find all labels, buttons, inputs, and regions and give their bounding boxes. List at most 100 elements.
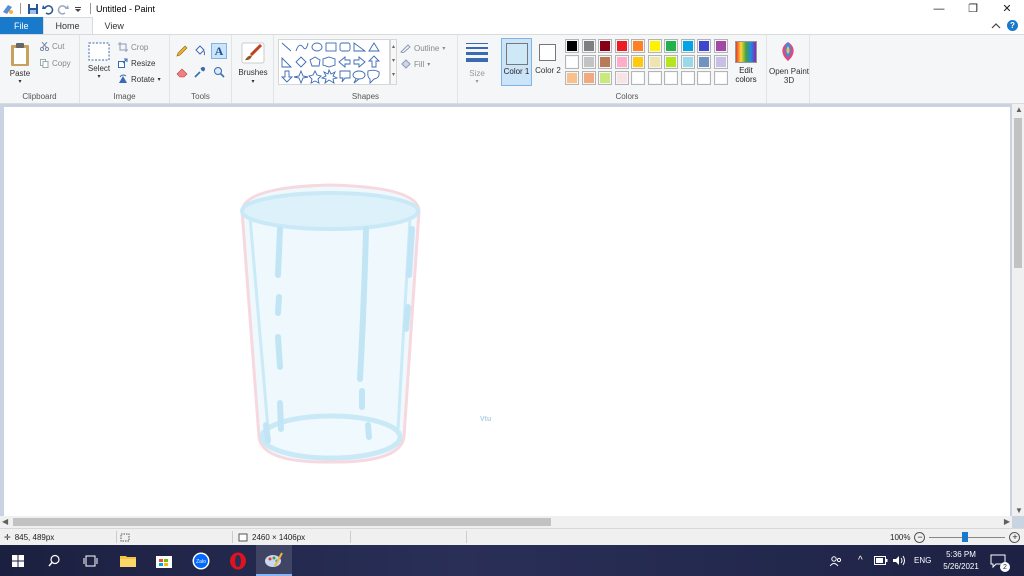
canvas-watermark: Vtu bbox=[480, 416, 492, 423]
palette-swatch[interactable] bbox=[647, 71, 662, 85]
scroll-up-icon[interactable]: ▲ bbox=[1015, 105, 1023, 114]
palette-swatch[interactable] bbox=[581, 39, 596, 53]
size-group[interactable]: Size ▾ bbox=[458, 35, 496, 103]
palette-swatch[interactable] bbox=[598, 39, 612, 53]
palette-swatch[interactable] bbox=[664, 55, 678, 69]
opera-button[interactable] bbox=[220, 545, 256, 576]
text-tool-icon[interactable]: A bbox=[211, 43, 227, 59]
palette-swatch[interactable] bbox=[614, 71, 629, 85]
palette-swatch[interactable] bbox=[565, 71, 579, 85]
zoom-out-button[interactable]: − bbox=[914, 531, 926, 543]
palette-swatch[interactable] bbox=[713, 55, 728, 69]
volume-icon[interactable] bbox=[893, 545, 906, 576]
start-button[interactable] bbox=[0, 545, 36, 576]
palette-swatch[interactable] bbox=[631, 71, 645, 85]
palette-swatch[interactable] bbox=[614, 55, 629, 69]
redo-icon[interactable] bbox=[57, 3, 69, 15]
pencil-icon[interactable] bbox=[176, 45, 188, 57]
maximize-button[interactable]: ❐ bbox=[956, 0, 990, 17]
horizontal-scroll-thumb[interactable] bbox=[13, 518, 551, 526]
shapes-scroll[interactable]: ▴ ▾ ▾ bbox=[390, 39, 397, 85]
copy-button[interactable]: Copy bbox=[40, 59, 71, 68]
fill-button[interactable]: Fill ▾ bbox=[400, 59, 430, 69]
paste-dropdown-icon[interactable]: ▾ bbox=[6, 78, 34, 85]
palette-swatch[interactable] bbox=[614, 39, 629, 53]
battery-icon[interactable] bbox=[874, 545, 888, 576]
color-picker-icon[interactable] bbox=[194, 66, 206, 78]
help-button[interactable]: ? bbox=[1007, 20, 1018, 31]
size-dropdown-icon[interactable]: ▾ bbox=[458, 78, 496, 85]
file-explorer-button[interactable] bbox=[110, 545, 146, 576]
palette-swatch[interactable] bbox=[713, 71, 728, 85]
palette-swatch[interactable] bbox=[581, 71, 596, 85]
palette-swatch[interactable] bbox=[680, 39, 695, 53]
action-center-button[interactable]: 2 bbox=[990, 545, 1010, 576]
rotate-dropdown-icon[interactable]: ▾ bbox=[158, 76, 161, 83]
scroll-down-icon[interactable]: ▼ bbox=[1015, 506, 1023, 515]
palette-swatch[interactable] bbox=[598, 55, 612, 69]
brushes-group[interactable]: Brushes ▾ bbox=[232, 35, 274, 103]
palette-swatch[interactable] bbox=[598, 71, 612, 85]
tab-home[interactable]: Home bbox=[42, 17, 93, 34]
drawing-canvas[interactable]: Vtu bbox=[4, 107, 1010, 516]
palette-swatch[interactable] bbox=[713, 39, 728, 53]
zoom-slider-thumb[interactable] bbox=[962, 532, 969, 542]
palette-swatch[interactable] bbox=[631, 39, 645, 53]
palette-swatch[interactable] bbox=[565, 39, 579, 53]
search-button[interactable] bbox=[36, 545, 72, 576]
minimize-button[interactable]: — bbox=[922, 0, 956, 17]
rotate-button[interactable]: Rotate ▾ bbox=[118, 74, 161, 84]
palette-swatch[interactable] bbox=[565, 55, 579, 69]
palette-swatch[interactable] bbox=[631, 55, 645, 69]
input-language[interactable]: ENG bbox=[914, 545, 931, 576]
scroll-right-icon[interactable]: ▶ bbox=[1004, 517, 1010, 526]
paint3d-group[interactable]: Open Paint 3D bbox=[766, 35, 810, 103]
palette-swatch[interactable] bbox=[664, 71, 678, 85]
color2-button[interactable]: Color 2 bbox=[534, 38, 562, 86]
fill-bucket-icon[interactable] bbox=[194, 45, 206, 57]
palette-swatch[interactable] bbox=[581, 55, 596, 69]
show-hidden-icons[interactable]: ^ bbox=[858, 545, 863, 576]
eraser-icon[interactable] bbox=[176, 66, 188, 78]
collapse-ribbon-icon[interactable] bbox=[991, 21, 1001, 31]
color1-button[interactable]: Color 1 bbox=[501, 38, 532, 86]
brushes-dropdown-icon[interactable]: ▾ bbox=[232, 78, 274, 85]
palette-swatch[interactable] bbox=[680, 71, 695, 85]
select-dropdown-icon[interactable]: ▾ bbox=[86, 73, 112, 80]
resize-button[interactable]: Resize bbox=[118, 58, 155, 68]
palette-swatch[interactable] bbox=[680, 55, 695, 69]
zoom-in-button[interactable]: + bbox=[1009, 531, 1021, 543]
tab-view[interactable]: View bbox=[93, 17, 136, 34]
palette-swatch[interactable] bbox=[697, 39, 711, 53]
zalo-button[interactable]: Zalo bbox=[183, 545, 219, 576]
customize-qa-icon[interactable] bbox=[72, 3, 84, 15]
outline-button[interactable]: Outline ▾ bbox=[400, 43, 445, 53]
undo-icon[interactable] bbox=[42, 3, 54, 15]
palette-swatch[interactable] bbox=[647, 55, 662, 69]
vertical-scroll-thumb[interactable] bbox=[1014, 118, 1022, 268]
palette-swatch[interactable] bbox=[697, 55, 711, 69]
cut-label: Cut bbox=[52, 42, 65, 51]
paint-taskbar-button[interactable] bbox=[256, 545, 292, 576]
vertical-scrollbar[interactable]: ▲ ▼ bbox=[1012, 104, 1024, 516]
magnifier-icon[interactable] bbox=[213, 66, 225, 78]
edit-colors-button[interactable]: Edit colors bbox=[731, 38, 765, 88]
people-icon[interactable] bbox=[830, 545, 842, 576]
palette-swatch[interactable] bbox=[697, 71, 711, 85]
horizontal-scrollbar[interactable]: ◀ ▶ bbox=[0, 516, 1012, 528]
cut-button[interactable]: Cut bbox=[40, 42, 64, 51]
zoom-slider[interactable] bbox=[929, 532, 1006, 542]
close-button[interactable]: ✕ bbox=[990, 0, 1024, 17]
clock[interactable]: 5:36 PM 5/26/2021 bbox=[938, 545, 984, 576]
select-button[interactable]: Select ▾ bbox=[86, 42, 112, 80]
palette-swatch[interactable] bbox=[664, 39, 678, 53]
task-view-button[interactable] bbox=[72, 545, 108, 576]
palette-swatch[interactable] bbox=[647, 39, 662, 53]
tab-file[interactable]: File bbox=[0, 17, 43, 34]
paste-button[interactable]: Paste ▾ bbox=[6, 41, 34, 85]
scroll-left-icon[interactable]: ◀ bbox=[2, 517, 8, 526]
shapes-gallery-icons[interactable] bbox=[279, 40, 391, 86]
save-icon[interactable] bbox=[27, 3, 39, 15]
crop-button[interactable]: Crop bbox=[118, 42, 148, 52]
store-button[interactable] bbox=[146, 545, 182, 576]
